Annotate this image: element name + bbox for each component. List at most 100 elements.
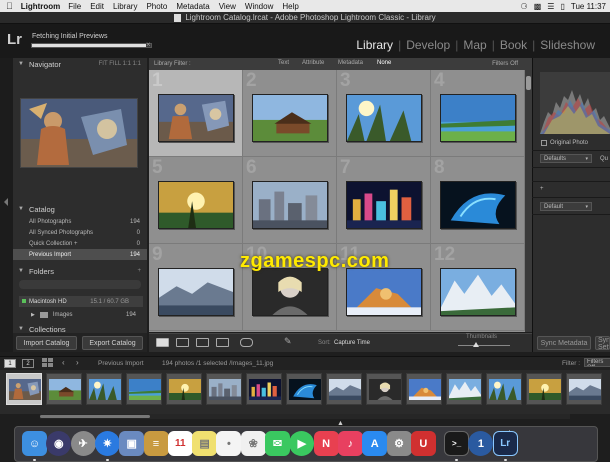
stickies-icon[interactable]: ▤	[192, 431, 218, 456]
menu-photo[interactable]: Photo	[146, 2, 167, 11]
grid-thumbnail[interactable]	[346, 268, 422, 316]
photos-icon[interactable]: ❀	[240, 431, 266, 456]
module-develop[interactable]: Develop	[401, 38, 455, 52]
back-arrow-icon[interactable]: ‹	[62, 358, 65, 367]
grid-scrollbar-thumb[interactable]	[526, 76, 531, 90]
disclosure-triangle-icon[interactable]: ▼	[18, 326, 24, 332]
grid-cell[interactable]: 3	[337, 70, 431, 157]
filmstrip-thumbnail[interactable]	[286, 373, 322, 405]
music-icon[interactable]: ♪	[337, 431, 363, 456]
settings-icon[interactable]: ⚙	[386, 431, 412, 456]
navigator-preview[interactable]	[20, 98, 138, 168]
filmstrip-thumbnail[interactable]	[6, 373, 42, 405]
filmstrip-scrollbar-thumb[interactable]	[40, 415, 150, 418]
filmstrip-thumbnail[interactable]	[446, 373, 482, 405]
menu-file[interactable]: File	[68, 2, 81, 11]
menu-window[interactable]: Window	[245, 2, 273, 11]
grid-thumbnail[interactable]	[440, 94, 516, 142]
filmstrip-filter-dropdown[interactable]: Filters Off	[584, 358, 610, 367]
forward-arrow-icon[interactable]: ›	[76, 358, 79, 367]
menu-metadata[interactable]: Metadata	[176, 2, 209, 11]
filmstrip-thumbnail[interactable]	[46, 373, 82, 405]
finder-icon[interactable]: ☺	[22, 431, 47, 456]
filmstrip-thumbnail[interactable]	[566, 373, 602, 405]
filmstrip-source[interactable]: Previous Import	[98, 360, 144, 367]
filter-tab-text[interactable]: Text	[275, 60, 292, 66]
wifi-icon[interactable]: ☰	[547, 2, 554, 11]
window-2-button[interactable]: 2	[22, 359, 34, 368]
filmstrip-scrollbar[interactable]	[40, 414, 570, 419]
histogram[interactable]	[540, 72, 610, 134]
filter-tab-none[interactable]: None	[374, 60, 394, 66]
screen-mirroring-icon[interactable]: ▩	[534, 2, 542, 11]
terminal-icon[interactable]: >_	[444, 431, 470, 456]
filmstrip-thumbnail[interactable]	[126, 373, 162, 405]
grid-cell[interactable]: 12	[431, 244, 525, 331]
add-keyword-button[interactable]: +	[540, 186, 544, 192]
folders-header[interactable]: ▼ Folders +	[13, 265, 147, 277]
grid-toggle-icon[interactable]	[42, 358, 53, 367]
filmstrip-thumbnail[interactable]	[406, 373, 442, 405]
sort-dropdown[interactable]: Capture Time	[334, 340, 370, 346]
filmstrip-thumbnail[interactable]	[486, 373, 522, 405]
magnet-icon[interactable]: U	[410, 431, 436, 456]
grid-view-icon[interactable]	[156, 338, 169, 347]
grid-thumbnail[interactable]	[158, 181, 234, 229]
launchpad-icon[interactable]: ✈	[70, 431, 96, 456]
window-1-button[interactable]: 1	[4, 359, 16, 368]
filter-tab-attribute[interactable]: Attribute	[299, 60, 327, 66]
grid-cell[interactable]: 1	[149, 70, 243, 157]
filters-off-dropdown[interactable]: Filters Off	[492, 61, 518, 67]
grid-thumbnail[interactable]	[440, 268, 516, 316]
messages-icon[interactable]: ✉	[265, 431, 290, 456]
creative-cloud-icon[interactable]: ⚆	[521, 2, 528, 11]
grid-thumbnail[interactable]	[440, 181, 516, 229]
navigator-header[interactable]: ▼ Navigator FIT FILL 1:1 1:1	[13, 58, 147, 70]
original-photo-checkbox[interactable]: Original Photo	[541, 140, 588, 146]
grid-cell[interactable]: 9	[149, 244, 243, 331]
metadata-default-dropdown[interactable]: Default ▾	[540, 202, 592, 211]
thumbnail-size-slider-knob[interactable]	[473, 342, 480, 347]
filmstrip-thumbnail[interactable]	[366, 373, 402, 405]
import-catalog-button[interactable]: Import Catalog	[16, 336, 77, 350]
grid-thumbnail[interactable]	[252, 94, 328, 142]
module-library[interactable]: Library	[351, 38, 398, 52]
catalog-item-quick-collection[interactable]: Quick Collection +0	[13, 238, 147, 249]
disclosure-triangle-icon[interactable]: ▼	[18, 268, 24, 274]
filmstrip-thumbnail[interactable]	[326, 373, 362, 405]
menu-help[interactable]: Help	[282, 2, 298, 11]
grid-cell[interactable]: 8	[431, 157, 525, 244]
volume-macintosh-hd[interactable]: Macintosh HD 15.1 / 60.7 GB	[19, 296, 143, 307]
survey-view-icon[interactable]	[216, 338, 229, 347]
thumbnail-size-slider[interactable]	[458, 342, 510, 347]
navigator-zoom-modes[interactable]: FIT FILL 1:1 1:1	[99, 61, 141, 67]
calendar-icon[interactable]: 11	[167, 431, 193, 456]
catalog-item-synced[interactable]: All Synced Photographs 0	[13, 227, 147, 238]
checkbox-icon[interactable]	[541, 140, 547, 146]
sync-metadata-button[interactable]: Sync Metadata	[537, 336, 591, 350]
photo-viewer-icon[interactable]: ▣	[119, 431, 145, 456]
grid-scrollbar[interactable]	[525, 70, 532, 332]
folder-search-input[interactable]	[19, 280, 141, 289]
compare-view-icon[interactable]	[196, 338, 209, 347]
filmstrip-thumbnail[interactable]	[526, 373, 562, 405]
grid-cell[interactable]: 5	[149, 157, 243, 244]
module-book[interactable]: Book	[495, 38, 532, 52]
grid-cell[interactable]: 7	[337, 157, 431, 244]
catalog-header[interactable]: ▼ Catalog	[13, 203, 147, 215]
export-catalog-button[interactable]: Export Catalog	[82, 336, 143, 350]
grid-cell[interactable]: 2	[243, 70, 337, 157]
reminders-icon[interactable]: •	[216, 431, 242, 456]
catalog-item-all-photographs[interactable]: All Photographs 194	[13, 216, 147, 227]
menu-library[interactable]: Library	[113, 2, 137, 11]
people-view-icon[interactable]	[240, 338, 253, 347]
add-folder-button[interactable]: +	[137, 268, 141, 274]
grid-thumbnail[interactable]	[158, 268, 234, 316]
battery-icon[interactable]: ▯	[560, 2, 564, 11]
menu-app-name[interactable]: Lightroom	[21, 2, 61, 11]
preset-defaults-dropdown[interactable]: Defaults ▾	[540, 154, 592, 163]
disclosure-triangle-icon[interactable]: ▼	[18, 206, 24, 212]
collapse-left-icon[interactable]	[4, 198, 8, 206]
grid-thumbnail[interactable]	[346, 181, 422, 229]
safari-icon[interactable]: ✷	[94, 431, 120, 456]
